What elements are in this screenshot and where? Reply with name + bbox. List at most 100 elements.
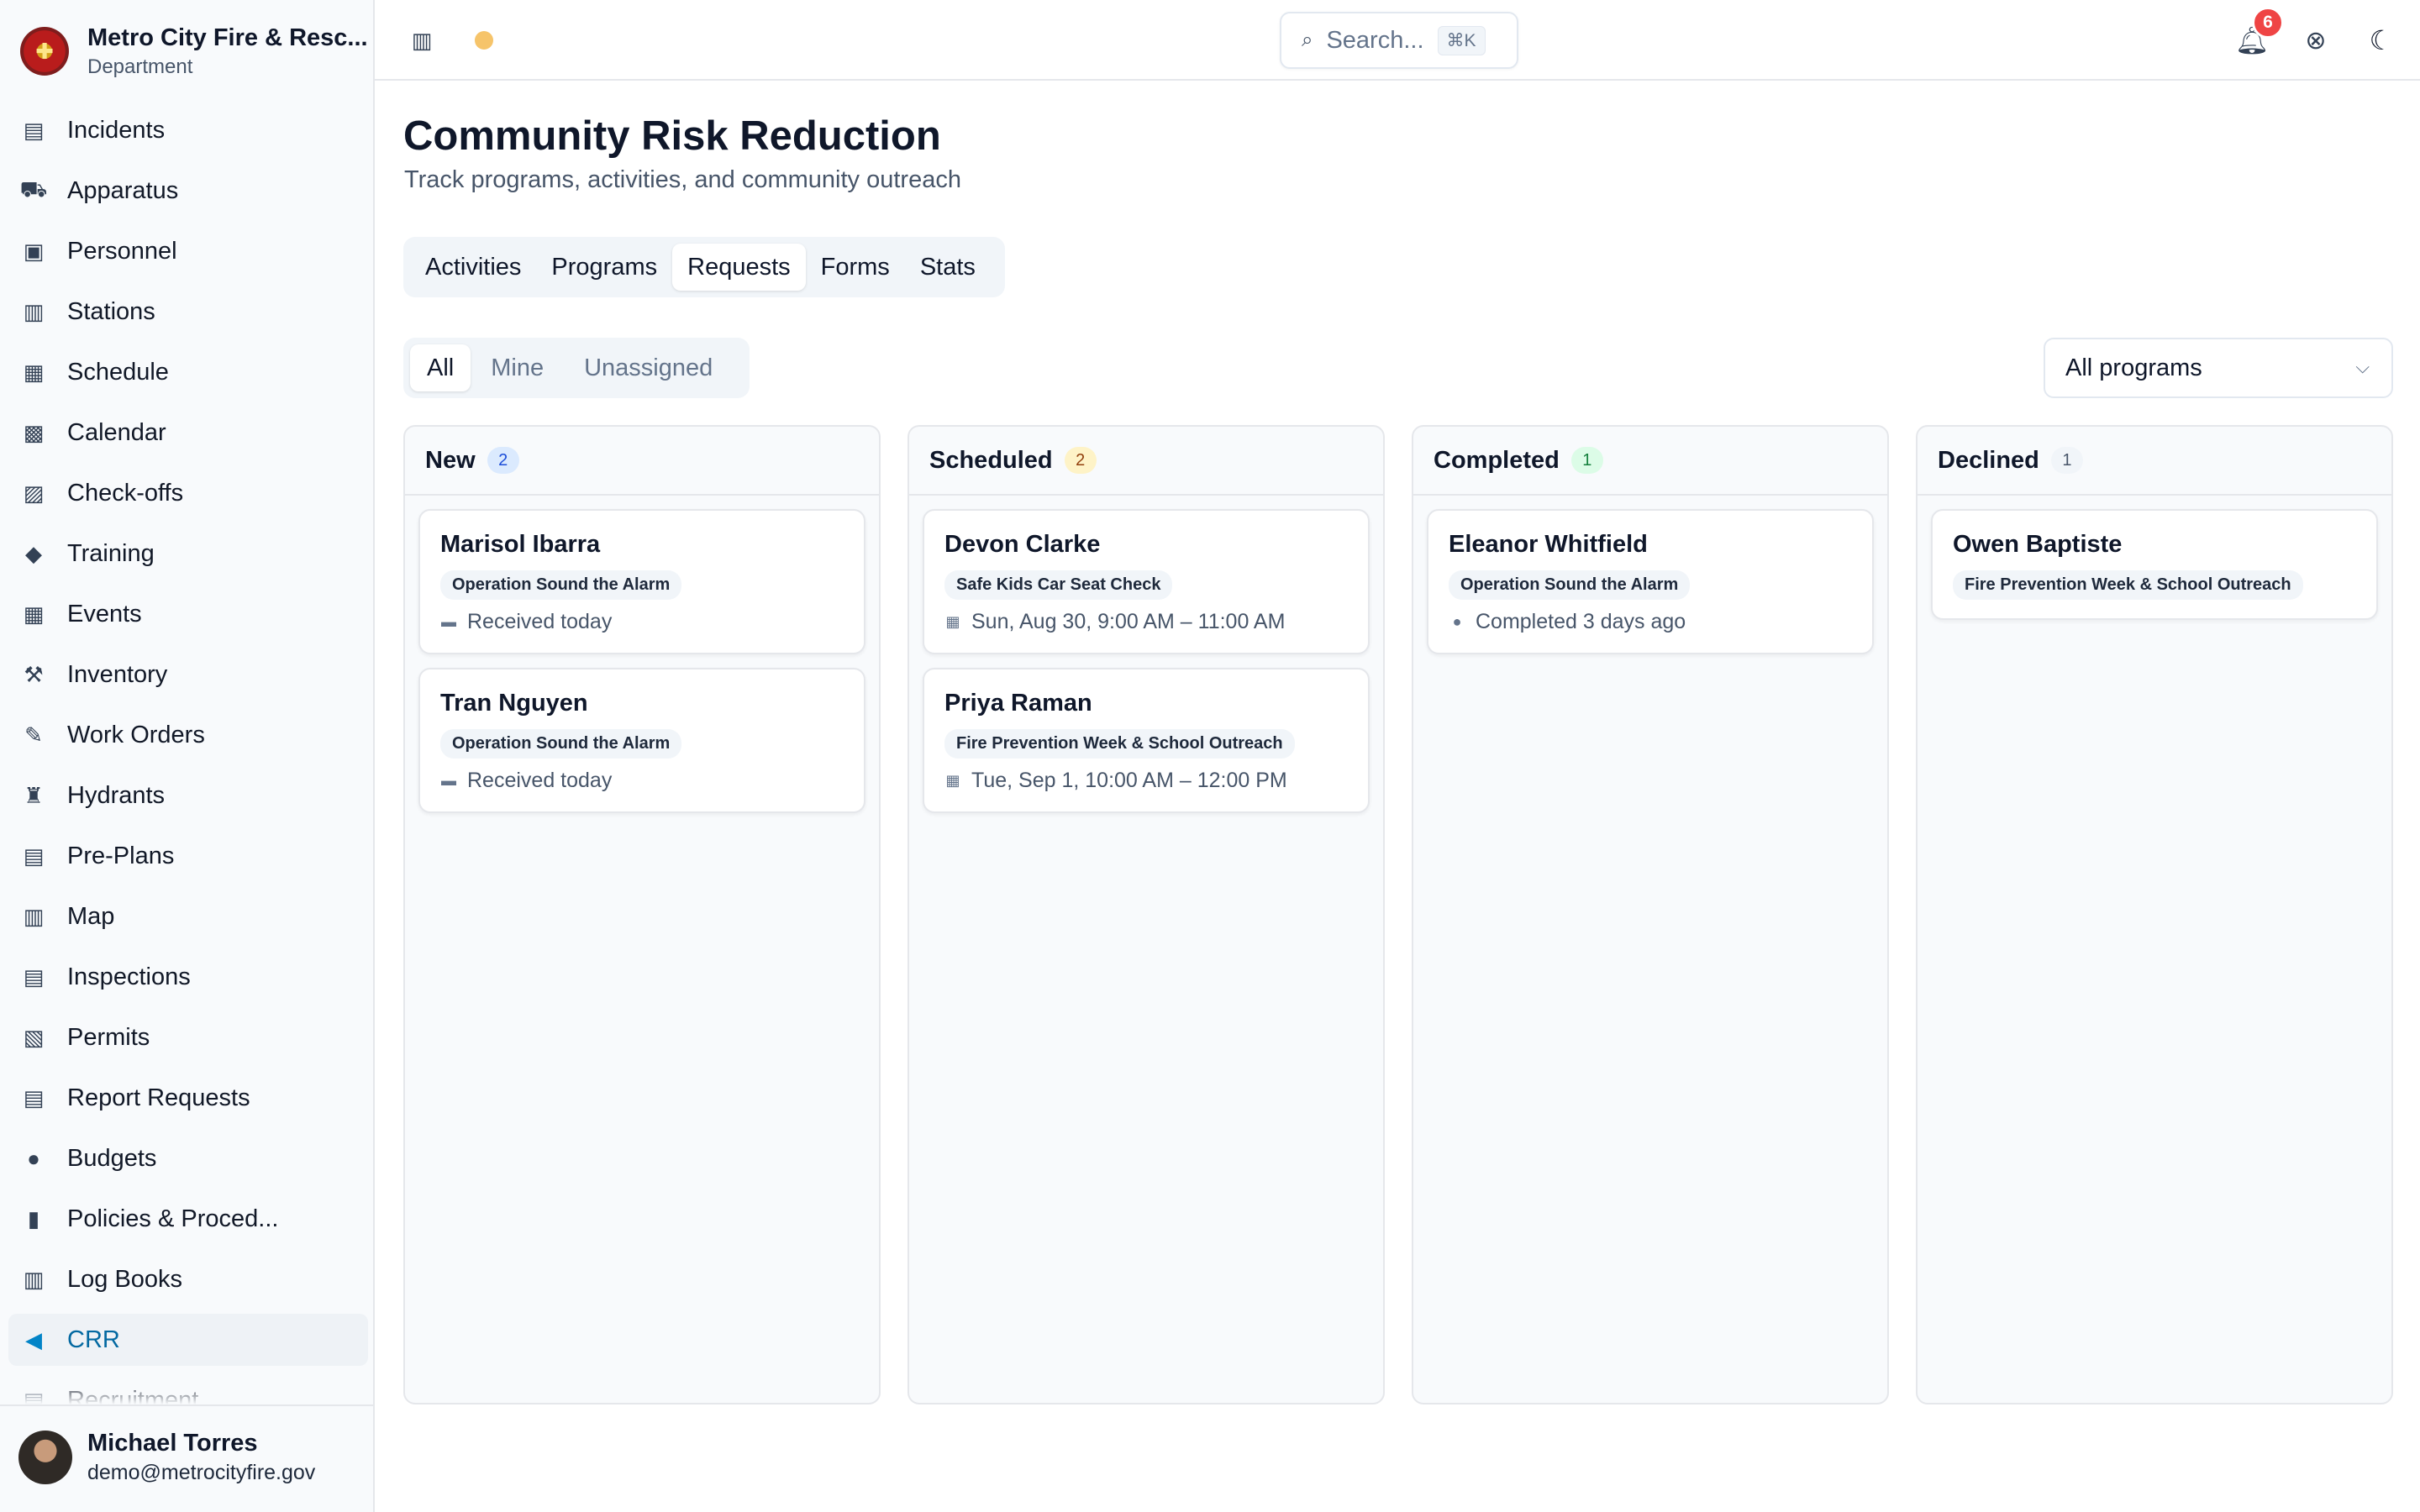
sidebar-item-label: Policies & Proced... bbox=[67, 1205, 279, 1232]
sidebar-item-pre-plans[interactable]: ▤ Pre-Plans bbox=[8, 830, 368, 882]
divider bbox=[0, 1404, 373, 1406]
request-status-text: Received today bbox=[467, 610, 613, 633]
org-name: Metro City Fire & Resc... bbox=[87, 24, 368, 51]
column-header: Scheduled 2 bbox=[909, 427, 1383, 496]
sidebar-nav: ▤ Incidents ⛟ Apparatus ▣ Personnel ▥ Stations ▦… bbox=[8, 104, 368, 1404]
sidebar-item-events[interactable]: ▦ Events bbox=[8, 588, 368, 640]
program-tag: Operation Sound the Alarm bbox=[440, 570, 682, 600]
sidebar-item-label: Work Orders bbox=[67, 721, 205, 748]
user-profile[interactable]: Michael Torres demo@metrocityfire.gov bbox=[18, 1428, 363, 1487]
sidebar-item-work-orders[interactable]: ✎ Work Orders bbox=[8, 709, 368, 761]
hammer-icon: ⚒ bbox=[24, 661, 44, 687]
sidebar-item-inspections[interactable]: ▤ Inspections bbox=[8, 951, 368, 1003]
sidebar-item-inventory[interactable]: ⚒ Inventory bbox=[8, 648, 368, 701]
column-scheduled: Scheduled 2 Devon Clarke Safe Kids Car Seat… bbox=[908, 425, 1385, 1404]
request-status-line: ▦ Sun, Aug 30, 9:00 AM – 11:00 AM bbox=[944, 610, 1348, 634]
lifebuoy-icon[interactable]: ⊗ bbox=[2299, 24, 2333, 57]
column-header: Completed 1 bbox=[1413, 427, 1887, 496]
sidebar-item-label: Log Books bbox=[67, 1265, 183, 1293]
sidebar-item-label: Check-offs bbox=[67, 479, 184, 507]
tab-programs[interactable]: Programs bbox=[536, 244, 672, 291]
request-card[interactable]: Priya Raman Fire Prevention Week & School… bbox=[923, 668, 1370, 813]
inbox-icon: ▬ bbox=[441, 772, 456, 789]
request-card[interactable]: Marisol Ibarra Operation Sound the Alarm ▬… bbox=[418, 509, 865, 654]
sidebar-item-label: Schedule bbox=[67, 358, 169, 386]
filter-unassigned[interactable]: Unassigned bbox=[564, 344, 733, 391]
request-status-text: Sun, Aug 30, 9:00 AM – 11:00 AM bbox=[971, 610, 1286, 633]
tab-forms[interactable]: Forms bbox=[806, 244, 905, 291]
sidebar-item-personnel[interactable]: ▣ Personnel bbox=[8, 225, 368, 277]
sidebar-item-stations[interactable]: ▥ Stations bbox=[8, 286, 368, 338]
sidebar-item-map[interactable]: ▥ Map bbox=[8, 890, 368, 942]
sidebar-item-label: CRR bbox=[67, 1326, 120, 1353]
sidebar-item-crr[interactable]: ◀ CRR bbox=[8, 1314, 368, 1366]
column-count-badge: 1 bbox=[1570, 447, 1603, 474]
request-card[interactable]: Devon Clarke Safe Kids Car Seat Check ▦ Sun… bbox=[923, 509, 1370, 654]
calendar-icon: ▩ bbox=[23, 419, 45, 445]
calendar-icon: ▦ bbox=[945, 613, 960, 630]
sidebar-item-incidents[interactable]: ▤ Incidents bbox=[8, 104, 368, 156]
user-email: demo@metrocityfire.gov bbox=[87, 1461, 316, 1484]
column-count-badge: 2 bbox=[487, 447, 519, 474]
tab-activities[interactable]: Activities bbox=[410, 244, 536, 291]
filter-mine[interactable]: Mine bbox=[471, 344, 564, 391]
sidebar-item-apparatus[interactable]: ⛟ Apparatus bbox=[8, 165, 368, 217]
column-declined: Declined 1 Owen Baptiste Fire Prevention We… bbox=[1916, 425, 2393, 1404]
permit-icon: ▧ bbox=[23, 1024, 45, 1050]
program-select[interactable]: All programs ⌵ bbox=[2044, 338, 2393, 398]
sidebar-item-label: Budgets bbox=[67, 1144, 157, 1172]
request-status-text: Tue, Sep 1, 10:00 AM – 12:00 PM bbox=[971, 769, 1287, 792]
requester-name: Marisol Ibarra bbox=[440, 531, 601, 558]
column-completed: Completed 1 Eleanor Whitfield Operation Sou… bbox=[1412, 425, 1889, 1404]
megaphone-icon: ◀ bbox=[25, 1326, 42, 1352]
sidebar-item-calendar[interactable]: ▩ Calendar bbox=[8, 407, 368, 459]
moon-icon[interactable]: ☾ bbox=[2365, 24, 2398, 57]
sidebar-item-check-offs[interactable]: ▨ Check-offs bbox=[8, 467, 368, 519]
sidebar-item-label: Map bbox=[67, 902, 115, 930]
request-card[interactable]: Tran Nguyen Operation Sound the Alarm ▬ Rec… bbox=[418, 668, 865, 813]
sidebar-item-report-requests[interactable]: ▤ Report Requests bbox=[8, 1072, 368, 1124]
request-card[interactable]: Eleanor Whitfield Operation Sound the Ala… bbox=[1427, 509, 1874, 654]
incidents-icon: ▤ bbox=[23, 117, 45, 143]
sidebar-item-training[interactable]: ◆ Training bbox=[8, 528, 368, 580]
requester-name: Eleanor Whitfield bbox=[1449, 531, 1648, 558]
requester-name: Devon Clarke bbox=[944, 531, 1101, 558]
building-plan-icon: ▤ bbox=[23, 843, 45, 869]
avatar bbox=[18, 1431, 72, 1484]
clipboard-list-icon: ▤ bbox=[23, 963, 45, 990]
sidebar-toggle-icon[interactable]: ▥ bbox=[405, 24, 439, 57]
sidebar-item-label: Inventory bbox=[67, 660, 168, 688]
filter-all[interactable]: All bbox=[410, 344, 471, 391]
sidebar-item-schedule[interactable]: ▦ Schedule bbox=[8, 346, 368, 398]
search-icon: ⌕ bbox=[1302, 29, 1313, 51]
topbar: ▥ ⌕ Search... ⌘K 🔔︎ 6 ⊗ ☾ bbox=[375, 0, 2420, 81]
department-logo bbox=[20, 27, 69, 76]
sidebar-item-budgets[interactable]: ● Budgets bbox=[8, 1132, 368, 1184]
org-subtitle: Department bbox=[87, 55, 193, 78]
search-input[interactable]: ⌕ Search... ⌘K bbox=[1280, 12, 1518, 69]
notification-badge: 6 bbox=[2252, 7, 2284, 39]
sidebar-item-permits[interactable]: ▧ Permits bbox=[8, 1011, 368, 1063]
request-card[interactable]: Owen Baptiste Fire Prevention Week & Scho… bbox=[1931, 509, 2378, 620]
clipboard-check-icon: ▨ bbox=[23, 480, 45, 506]
requester-name: Priya Raman bbox=[944, 690, 1092, 717]
org-header[interactable]: Metro City Fire & Resc... Department bbox=[20, 22, 368, 81]
sidebar-item-label: Report Requests bbox=[67, 1084, 250, 1111]
chevron-down-icon: ⌵ bbox=[2355, 356, 2370, 377]
tab-requests[interactable]: Requests bbox=[672, 244, 806, 291]
column-header: Declined 1 bbox=[1918, 427, 2391, 496]
search-placeholder: Search... bbox=[1326, 26, 1424, 54]
sidebar-item-label: Permits bbox=[67, 1023, 150, 1051]
request-status-text: Completed 3 days ago bbox=[1476, 610, 1686, 633]
calendar-grid-icon: ▦ bbox=[23, 359, 45, 385]
sidebar-item-label: Pre-Plans bbox=[67, 842, 175, 869]
sidebar: Metro City Fire & Resc... Department ▤ In… bbox=[0, 0, 375, 1512]
request-status-line: ● Completed 3 days ago bbox=[1449, 610, 1852, 634]
column-title: Completed bbox=[1434, 446, 1560, 474]
sidebar-item-policies-proced[interactable]: ▮ Policies & Proced... bbox=[8, 1193, 368, 1245]
tab-stats[interactable]: Stats bbox=[905, 244, 991, 291]
graduation-cap-icon: ◆ bbox=[25, 540, 42, 566]
sidebar-item-log-books[interactable]: ▥ Log Books bbox=[8, 1253, 368, 1305]
sidebar-item-hydrants[interactable]: ♜ Hydrants bbox=[8, 769, 368, 822]
calendar-event-icon: ▦ bbox=[23, 601, 45, 627]
